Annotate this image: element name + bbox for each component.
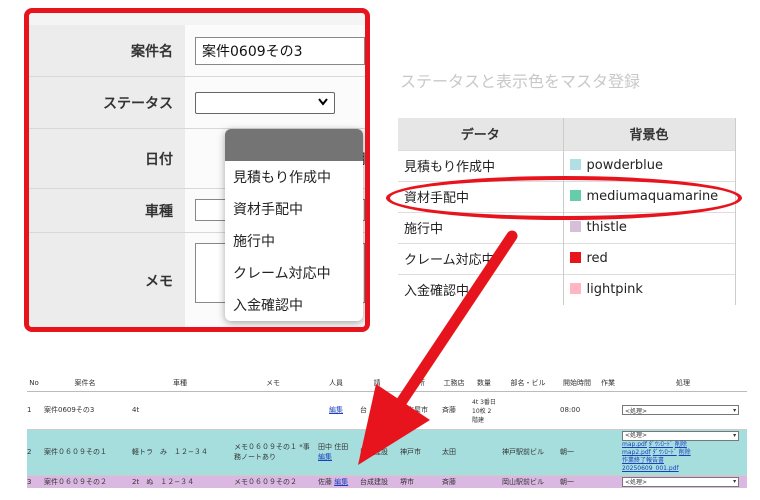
action-select[interactable]: <処理> ▾ [622,431,740,441]
color-swatch [569,252,581,263]
edit-link[interactable]: 編集 [318,453,332,461]
color-swatch [569,159,581,170]
column-header: メモ [231,376,315,392]
master-registration-heading: ステータスと表示色をマスタ登録 [400,72,641,91]
status-select[interactable] [195,91,335,114]
color-swatch [569,283,581,295]
dropdown-option[interactable]: 入金確認中 [225,289,363,321]
file-link[interactable]: map.pdf [622,441,647,448]
table-row: クレーム対応中 red [398,242,736,274]
dropdown-blank-option[interactable] [225,129,363,161]
table-row: 2 案件０６０９その１ 軽トラ み １２−３４ メモ０６０９その１ *事務ノート… [27,428,747,475]
column-header: 案件名 [41,376,129,392]
column-header-data: データ [398,118,564,150]
column-header: 請 [357,376,397,392]
table-row: 3 案件０６０９その２ 2t ぬ １２−３４ メモ０６０９その２ 佐藤 編集 台… [27,474,747,488]
color-cell: red [563,242,736,274]
date-label: 日付 [29,129,185,188]
chevron-down-icon [318,96,328,109]
column-header: 開始時間 [557,376,597,392]
action-select[interactable]: <処理> ▾ [622,476,740,487]
download-link[interactable]: ﾀﾞｳﾝﾛｰﾄﾞ [653,449,677,456]
list-header-row: No 案件名 車種 メモ 人員 請 場所 工務店 数量 部名・ビル 開始時間 作… [27,376,747,392]
dropdown-option[interactable]: 資材手配中 [225,193,363,225]
chevron-down-icon: ▾ [733,478,737,485]
color-swatch [569,221,581,232]
download-link[interactable]: ﾀﾞｳﾝﾛｰﾄﾞ [649,441,673,448]
edit-link[interactable]: 編集 [329,406,343,414]
case-name-label: 案件名 [29,25,185,76]
highlight-ellipse [386,176,742,220]
chevron-down-icon: ▾ [733,432,737,439]
case-name-input[interactable]: 案件0609その3 [195,36,365,65]
column-header: 場所 [397,376,439,392]
form-row-status: ステータス [29,77,365,129]
table-row: 1 案件0609その3 4t 編集 台 名古屋市 斉藤 4t 3番日 10枚 2… [27,390,747,429]
column-header: 工務店 [439,376,469,392]
file-link[interactable]: 20250609_001.pdf [622,465,679,472]
chevron-down-icon: ▾ [733,406,737,414]
color-name: red [586,251,608,266]
car-type-label: 車種 [29,189,185,232]
delete-link[interactable]: 削除 [679,449,691,456]
action-select[interactable]: <処理> ▾ [622,405,740,415]
status-name-cell: 入金確認中 [398,273,564,305]
color-cell: lightpink [563,273,736,305]
status-label: ステータス [29,77,185,128]
dropdown-option[interactable]: 見積もり作成中 [225,161,363,193]
status-dropdown-menu: 見積もり作成中 資材手配中 施行中 クレーム対応中 入金確認中 [225,129,363,321]
form-row-case-name: 案件名 案件0609その3 [29,25,365,77]
color-name: thistle [586,220,627,235]
column-header: No [27,376,41,392]
status-name-cell: クレーム対応中 [398,242,564,274]
table-row: 入金確認中 lightpink [398,273,736,305]
case-form-panel: 案件名 案件0609その3 ステータス 日付 月 車種 メモ [24,8,370,332]
dropdown-option[interactable]: 施行中 [225,225,363,257]
column-header-bgcolor: 背景色 [563,118,736,150]
column-header: 作業 [597,376,619,392]
memo-label: メモ [29,233,185,327]
file-link[interactable]: map2.pdf [622,449,651,456]
color-name: lightpink [586,282,643,298]
dropdown-option[interactable]: クレーム対応中 [225,257,363,289]
column-header: 処理 [619,376,747,392]
column-header: 車種 [129,376,231,392]
case-list-table: No 案件名 車種 メモ 人員 請 場所 工務店 数量 部名・ビル 開始時間 作… [27,376,747,488]
report-link[interactable]: 作業終了報告書 [622,457,664,464]
delete-link[interactable]: 削除 [675,441,687,448]
column-header: 数量 [469,376,499,392]
edit-link[interactable]: 編集 [334,478,348,486]
color-name: powderblue [586,158,664,173]
table-header-row: データ 背景色 [398,118,736,150]
column-header: 部名・ビル [499,376,557,392]
column-header: 人員 [315,376,357,392]
